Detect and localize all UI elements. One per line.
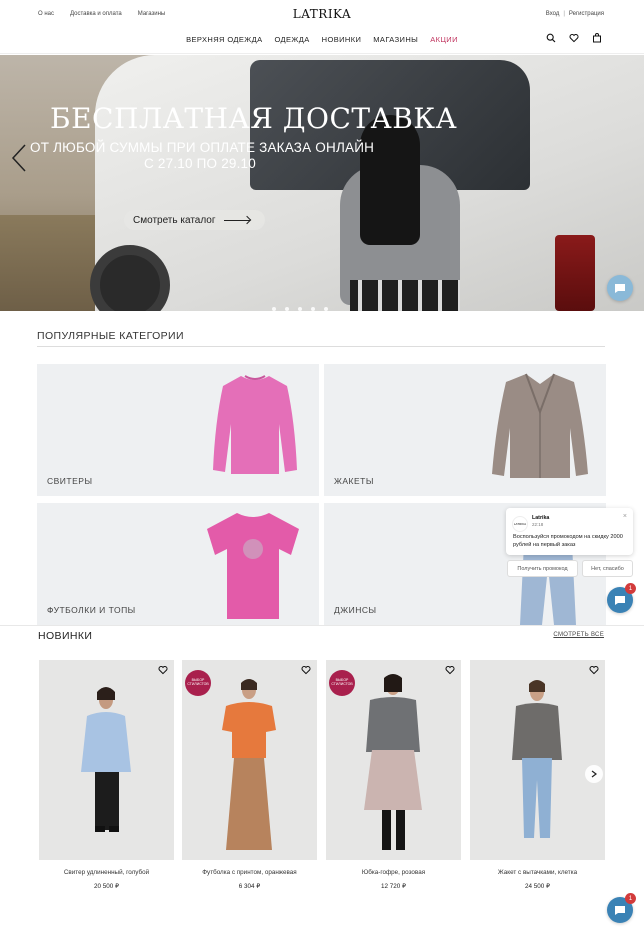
- product-image[interactable]: [39, 660, 174, 860]
- hero-taillight: [555, 235, 595, 311]
- product-name[interactable]: Футболка с принтом, оранжевая: [182, 869, 317, 876]
- hero-subtitle: ОТ ЛЮБОЙ СУММЫ ПРИ ОПЛАТЕ ЗАКАЗА ОНЛАЙН: [30, 140, 375, 155]
- product-image[interactable]: [470, 660, 605, 860]
- category-label: ДЖИНСЫ: [334, 605, 377, 615]
- chevron-right-icon: [591, 770, 597, 778]
- header: О нас Доставка и оплата Магазины LATRIKA…: [0, 0, 644, 54]
- novelties-title: НОВИНКИ: [38, 630, 93, 642]
- unread-count-badge: 1: [625, 893, 636, 904]
- close-icon[interactable]: ×: [623, 513, 627, 520]
- arrow-right-icon: [223, 219, 250, 221]
- product-image[interactable]: ВЫБОР СТИЛИСТОВ: [326, 660, 461, 860]
- categories-title: ПОПУЛЯРНЫЕ КАТЕГОРИИ: [37, 330, 184, 342]
- carousel-next-button[interactable]: [585, 765, 603, 783]
- product-card[interactable]: ВЫБОР СТИЛИСТОВ Юбка-гофре, розовая 12 7…: [326, 660, 461, 890]
- slider-dots: [272, 307, 328, 311]
- hero-title: БЕСПЛАТНАЯ ДОСТАВКА: [50, 102, 458, 135]
- login-link[interactable]: Вход: [546, 11, 560, 17]
- get-promo-button[interactable]: Получить промокод: [507, 560, 578, 577]
- product-name[interactable]: Юбка-гофре, розовая: [326, 869, 461, 876]
- product-name[interactable]: Жакет с вытачками, клетка: [470, 869, 605, 876]
- nav-promo[interactable]: АКЦИИ: [430, 35, 458, 44]
- product-name[interactable]: Свитер удлиненный, голубой: [39, 869, 174, 876]
- heart-icon[interactable]: [301, 665, 311, 675]
- slider-dot[interactable]: [324, 307, 328, 311]
- model-photo: [81, 687, 131, 832]
- chat-button[interactable]: 1: [607, 893, 636, 923]
- product-image[interactable]: ВЫБОР СТИЛИСТОВ: [182, 660, 317, 860]
- heart-icon[interactable]: [158, 665, 168, 675]
- see-all-link[interactable]: СМОТРЕТЬ ВСЕ: [553, 632, 604, 638]
- chat-popup[interactable]: LATRIKA Latrika 22:18 × Воспользуйся про…: [506, 508, 633, 555]
- heart-icon[interactable]: [589, 665, 599, 675]
- heart-icon[interactable]: [569, 33, 579, 43]
- auth-separator: |: [563, 11, 565, 17]
- category-label: ФУТБОЛКИ И ТОПЫ: [47, 605, 136, 615]
- product-price: 24 500 ₽: [524, 883, 550, 890]
- chat-avatar: LATRIKA: [512, 516, 528, 532]
- catalog-button-label: Смотреть каталог: [133, 214, 216, 226]
- category-label: СВИТЕРЫ: [47, 476, 93, 486]
- header-icons: [546, 33, 602, 43]
- chat-button[interactable]: 1: [607, 583, 636, 613]
- unread-count-badge: 1: [625, 583, 636, 594]
- stylist-choice-badge: ВЫБОР СТИЛИСТОВ: [185, 670, 211, 696]
- chat-button[interactable]: [607, 275, 633, 301]
- category-sweaters[interactable]: СВИТЕРЫ: [37, 364, 319, 496]
- search-icon[interactable]: [546, 33, 556, 43]
- bag-icon[interactable]: [592, 33, 602, 43]
- product-price: 20 500 ₽: [93, 883, 119, 890]
- hero-model-skirt: [350, 280, 460, 311]
- product-price: 12 720 ₽: [380, 883, 406, 890]
- hero-banner[interactable]: БЕСПЛАТНАЯ ДОСТАВКА ОТ ЛЮБОЙ СУММЫ ПРИ О…: [0, 55, 644, 311]
- slider-dot[interactable]: [311, 307, 315, 311]
- category-label: ЖАКЕТЫ: [334, 476, 374, 486]
- chat-message: Воспользуйся промокодом на скидку 2000 р…: [513, 534, 623, 548]
- slider-dot[interactable]: [298, 307, 302, 311]
- chat-sender: Latrika: [532, 515, 550, 521]
- nav-clothing[interactable]: ОДЕЖДА: [274, 35, 309, 44]
- stylist-choice-badge: ВЫБОР СТИЛИСТОВ: [329, 670, 355, 696]
- nav-shops[interactable]: МАГАЗИНЫ: [373, 35, 418, 44]
- heart-icon[interactable]: [445, 665, 455, 675]
- jacket-image: [492, 373, 588, 478]
- nav-outerwear[interactable]: ВЕРХНЯЯ ОДЕЖДА: [186, 35, 262, 44]
- chat-time: 22:18: [532, 522, 544, 527]
- product-card[interactable]: Свитер удлиненный, голубой 20 500 ₽: [39, 660, 174, 890]
- model-photo: [512, 680, 562, 838]
- category-tshirts[interactable]: ФУТБОЛКИ И ТОПЫ: [37, 503, 319, 625]
- novelties-bar: [0, 625, 644, 645]
- sweater-image: [213, 375, 297, 474]
- no-thanks-button[interactable]: Нет, спасибо: [582, 560, 633, 577]
- slider-dot[interactable]: [285, 307, 289, 311]
- product-card[interactable]: ВЫБОР СТИЛИСТОВ Футболка с принтом, оран…: [182, 660, 317, 890]
- chat-icon: [615, 906, 625, 915]
- chevron-left-icon[interactable]: [10, 143, 28, 173]
- nav-new[interactable]: НОВИНКИ: [322, 35, 362, 44]
- catalog-button[interactable]: Смотреть каталог: [124, 210, 265, 230]
- auth-links: Вход | Регистрация: [546, 11, 604, 17]
- category-jackets[interactable]: ЖАКЕТЫ: [324, 364, 606, 496]
- tshirt-image: [207, 513, 299, 619]
- slider-dot[interactable]: [272, 307, 276, 311]
- register-link[interactable]: Регистрация: [569, 11, 604, 17]
- product-price: 6 304 ₽: [238, 883, 261, 890]
- hero-dates: С 27.10 ПО 29.10: [144, 156, 256, 171]
- chat-icon: [615, 284, 625, 293]
- jeans-image: [520, 543, 576, 625]
- divider: [37, 346, 605, 347]
- chat-icon: [615, 596, 625, 605]
